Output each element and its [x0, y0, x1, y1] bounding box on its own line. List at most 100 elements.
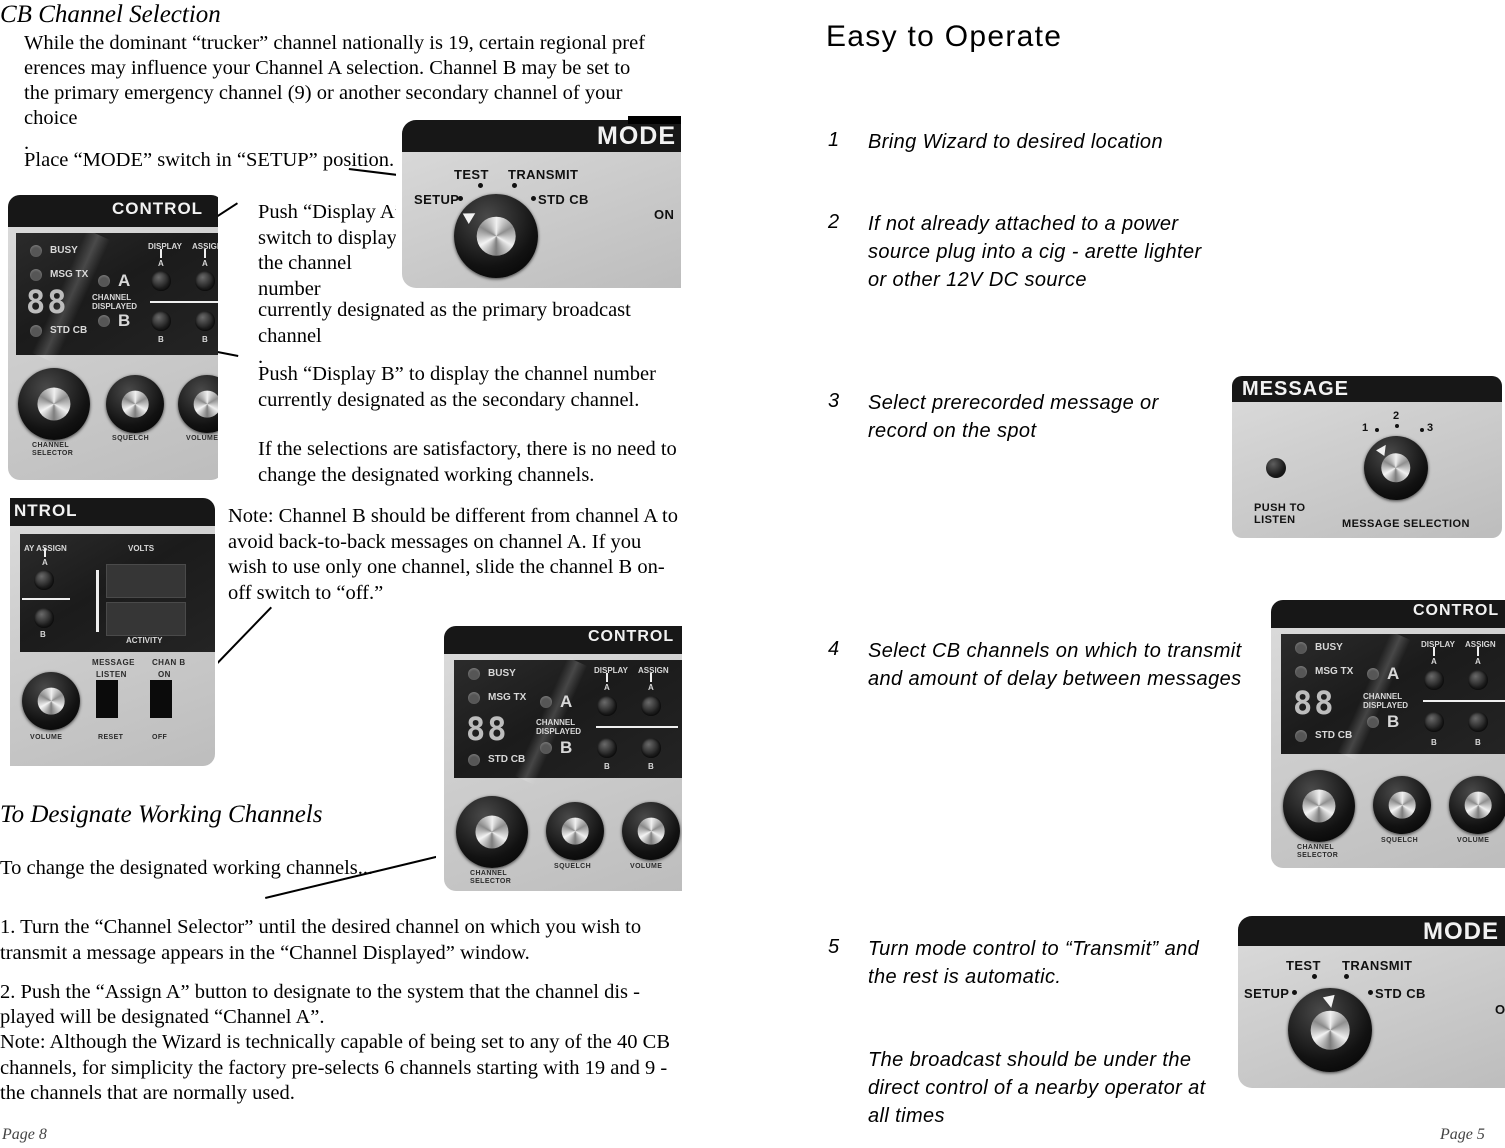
control-volts-title: NTROL — [14, 501, 78, 520]
control-right-assign-a-label: A — [1475, 657, 1481, 666]
control-right-channel-display: 88 — [1293, 684, 1336, 722]
control-right-btn-assign-b[interactable] — [1468, 712, 1488, 732]
right-page-title: Easy to Operate — [826, 20, 1063, 53]
control-center-led-busy — [468, 668, 480, 680]
control-volts-bar-upper — [106, 564, 186, 598]
left-paragraph-1-line3: the primary emergency channel (9) or ano… — [24, 82, 623, 104]
mode-bottom-transmit-label: TRANSMIT — [1342, 958, 1413, 973]
control-right-knob-label-vol: VOLUME — [1457, 837, 1490, 844]
mode-panel-bottom-title: MODE — [1423, 918, 1499, 945]
left-step-1: 1. Turn the “Channel Selector” until the… — [0, 916, 642, 964]
control-right-knob-squelch[interactable] — [1373, 776, 1431, 834]
control-left-knob-label-cs: CHANNEL SELECTOR — [32, 442, 74, 457]
control-volts-btn-assign-b[interactable] — [34, 608, 54, 628]
message-pos-3: 3 — [1427, 422, 1434, 434]
control-center-assign-col-label: ASSIGN — [638, 666, 669, 675]
control-left-btn-assign-b[interactable] — [195, 311, 215, 331]
left-step-2-line2: played will be designated “Channel A”. — [0, 1006, 325, 1028]
control-volts-on-label: ON — [158, 670, 171, 679]
photo-control-panel-right: CONTROL BUSY MSG TX STD CB 88 A B CHANNE… — [1263, 592, 1505, 872]
control-left-btn-assign-a[interactable] — [195, 271, 215, 291]
control-left-channel-displayed: CHANNEL DISPLAYED — [92, 293, 138, 311]
control-right-ch-b: B — [1387, 712, 1400, 731]
control-volts-switch-message-listen[interactable] — [96, 680, 118, 718]
control-right-label-stdcb: STD CB — [1315, 730, 1353, 741]
mode-bottom-test-label: TEST — [1286, 958, 1321, 973]
message-pos-2: 2 — [1393, 410, 1400, 422]
mode-top-transmit-label: TRANSMIT — [508, 167, 579, 182]
mode-top-selector-knob[interactable] — [454, 194, 538, 278]
right-step-3-number: 3 — [828, 390, 840, 412]
control-left-knob-squelch[interactable] — [106, 375, 164, 433]
left-paragraph-3: To change the designated working channel… — [0, 857, 374, 879]
control-volts-volume-label: VOLUME — [30, 734, 63, 741]
control-left-btn-display-b[interactable] — [151, 311, 171, 331]
control-left-led-stdcb — [30, 325, 42, 337]
push-to-listen-button[interactable] — [1266, 458, 1286, 478]
control-volts-volts-label: VOLTS — [128, 544, 155, 553]
control-volts-activity-label: ACTIVITY — [126, 636, 163, 645]
message-selection-knob[interactable] — [1364, 436, 1428, 500]
mode-top-stdcb-label: STD CB — [538, 192, 589, 207]
control-volts-knob-volume[interactable] — [22, 672, 80, 730]
control-right-btn-display-a[interactable] — [1424, 670, 1444, 690]
control-right-knob-volume[interactable] — [1449, 776, 1505, 834]
control-left-display-a-label: A — [158, 259, 164, 268]
control-left-btn-display-a[interactable] — [151, 271, 171, 291]
message-panel-title: MESSAGE — [1242, 378, 1350, 400]
left-paragraph-1-line2: erences may influence your Channel A sel… — [24, 57, 631, 79]
right-step-5-number: 5 — [828, 936, 840, 958]
control-center-ch-b: B — [560, 738, 573, 757]
control-center-display-a-label: A — [604, 683, 610, 692]
control-left-display-b-label: B — [158, 335, 164, 344]
mode-top-setup-label: SETUP — [414, 192, 460, 207]
right-step-4-text: Select CB channels on which to transmit … — [868, 640, 1242, 690]
control-right-btn-assign-a[interactable] — [1468, 670, 1488, 690]
control-center-title: CONTROL — [588, 628, 675, 645]
control-right-btn-display-b[interactable] — [1424, 712, 1444, 732]
control-volts-listen-label: LISTEN — [96, 670, 127, 679]
control-volts-switch-channel-b[interactable] — [150, 680, 172, 718]
control-left-knob-label-vol: VOLUME — [186, 435, 218, 442]
left-note-2: Note: Although the Wizard is technically… — [0, 1031, 671, 1104]
control-left-led-b — [98, 315, 110, 327]
control-right-display-b-label: B — [1431, 738, 1437, 747]
control-center-knob-squelch[interactable] — [546, 802, 604, 860]
photo-control-panel-center: CONTROL BUSY MSG TX STD CB 88 A B CHANNE… — [436, 618, 682, 893]
control-volts-off-label: OFF — [152, 734, 168, 741]
message-dot-1 — [1375, 428, 1379, 432]
left-step-2-line1: 2. Push the “Assign A” button to designa… — [0, 981, 640, 1003]
control-center-btn-assign-a[interactable] — [641, 696, 661, 716]
control-left-knob-channel-selector[interactable] — [18, 368, 90, 440]
photo-control-panel-volts: NTROL AY ASSIGN VOLTS A B ACTIVITY MESSA… — [0, 490, 218, 770]
control-left-knob-label-sq: SQUELCH — [112, 435, 150, 442]
control-center-knob-label-vol: VOLUME — [630, 863, 663, 870]
control-left-label-msgtx: MSG TX — [50, 269, 89, 280]
message-selection-label: MESSAGE SELECTION — [1342, 518, 1470, 530]
control-center-channel-displayed: CHANNEL DISPLAYED — [536, 718, 582, 736]
control-right-led-msgtx — [1295, 666, 1307, 678]
control-left-ch-b: B — [118, 311, 131, 330]
control-right-assign-b-label: B — [1475, 738, 1481, 747]
control-right-knob-channel-selector[interactable] — [1283, 770, 1355, 842]
control-center-btn-display-b[interactable] — [597, 738, 617, 758]
callout-display-a-narrow: Push “Display A” switch to display the c… — [258, 201, 404, 300]
control-center-btn-assign-b[interactable] — [641, 738, 661, 758]
control-center-channel-display: 88 — [466, 710, 509, 748]
control-center-knob-volume[interactable] — [622, 802, 680, 860]
message-pos-1: 1 — [1362, 422, 1369, 434]
right-step-4-number: 4 — [828, 638, 840, 660]
control-right-assign-col-label: ASSIGN — [1465, 640, 1496, 649]
control-left-led-a — [98, 275, 110, 287]
control-center-label-stdcb: STD CB — [488, 754, 526, 765]
mode-bottom-dot-transmit — [1344, 974, 1349, 979]
push-to-listen-label: PUSH TO LISTEN — [1254, 502, 1306, 526]
control-right-display-col-label: DISPLAY — [1421, 640, 1455, 649]
control-center-knob-channel-selector[interactable] — [456, 796, 528, 868]
control-left-led-busy — [30, 245, 42, 257]
control-center-label-msgtx: MSG TX — [488, 692, 527, 703]
right-step-1-text: Bring Wizard to desired location — [868, 131, 1163, 153]
control-volts-btn-assign-a[interactable] — [34, 570, 54, 590]
control-left-title: CONTROL — [112, 199, 204, 218]
control-center-btn-display-a[interactable] — [597, 696, 617, 716]
